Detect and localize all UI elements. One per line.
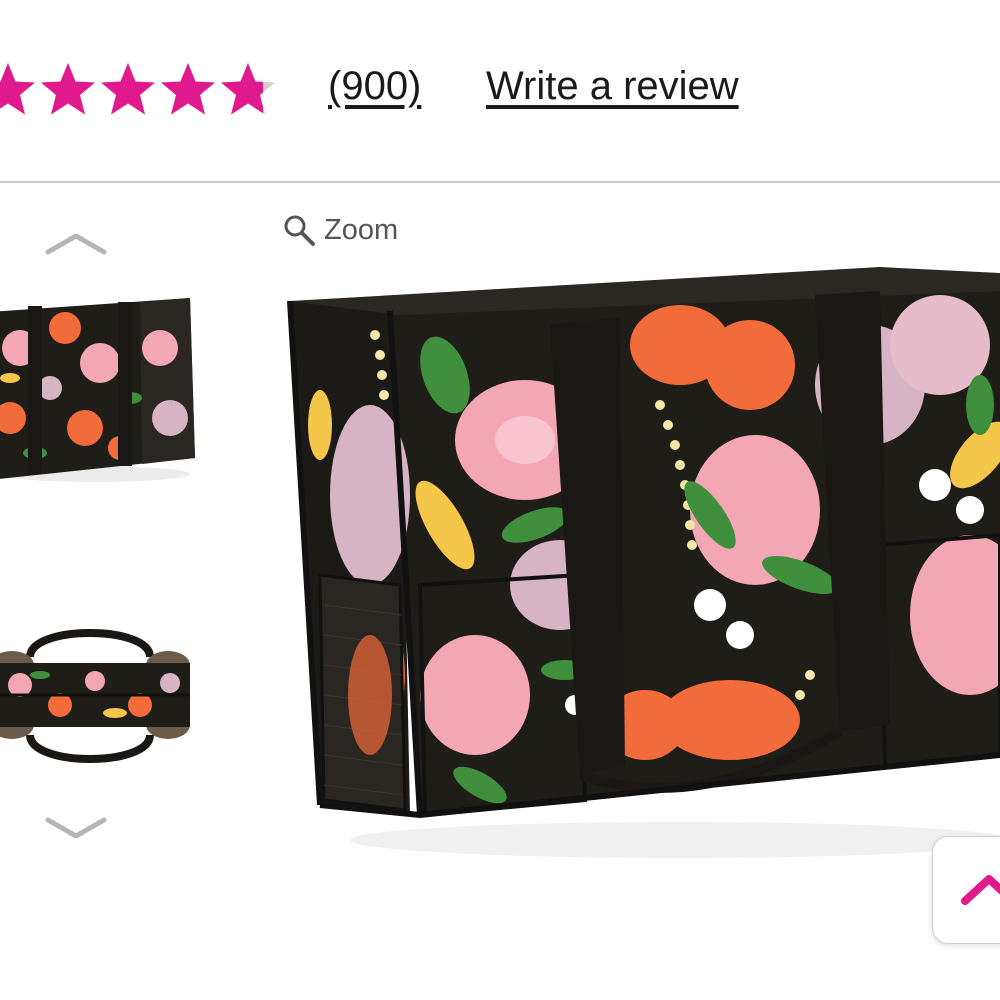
thumbnail-top[interactable] (0, 615, 200, 775)
divider (0, 181, 1000, 183)
scroll-to-top-button[interactable] (932, 836, 1000, 944)
chevron-up-icon (961, 875, 1000, 905)
star-icon (98, 60, 158, 120)
zoom-label: Zoom (324, 213, 399, 246)
star-icon (158, 60, 218, 120)
thumbnail-prev-button[interactable] (44, 228, 108, 258)
chevron-down-icon (45, 817, 107, 839)
review-count-link[interactable]: (900) (328, 64, 421, 109)
tote-bag-image (287, 267, 1000, 858)
main-product-image[interactable] (280, 255, 1000, 865)
write-review-link[interactable]: Write a review (486, 64, 739, 109)
star-icon (218, 60, 278, 120)
tote-bag-front-image (0, 298, 195, 482)
product-page: (900) Write a review Zoom (0, 0, 1000, 1000)
zoom-button[interactable]: Zoom (282, 210, 398, 250)
magnifier-icon (284, 215, 315, 246)
chevron-up-icon (45, 233, 107, 255)
star-rating[interactable] (0, 60, 278, 120)
thumbnail-next-button[interactable] (44, 812, 108, 842)
tote-bag-top-image (0, 629, 190, 763)
rating-row: (900) Write a review (0, 50, 1000, 130)
star-icon (38, 60, 98, 120)
star-icon (0, 60, 38, 120)
thumbnail-front[interactable] (0, 288, 200, 488)
